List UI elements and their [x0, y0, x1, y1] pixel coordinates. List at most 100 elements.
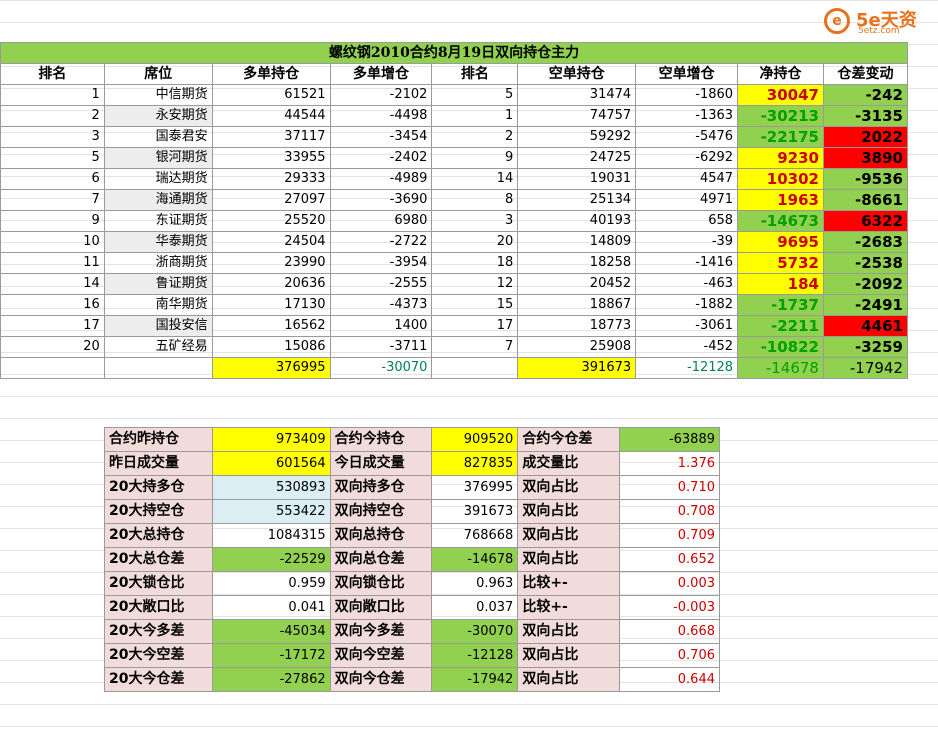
seat-cell[interactable]: 南华期货 [103, 294, 213, 316]
seat-cell[interactable]: 浙商期货 [103, 252, 213, 274]
short-cell[interactable]: 25908 [517, 336, 637, 358]
diff-cell[interactable]: -9536 [822, 168, 909, 190]
long-change-cell[interactable]: -2402 [329, 147, 433, 169]
summary-value[interactable]: 530893 [211, 475, 331, 500]
long-cell[interactable]: 16562 [211, 315, 331, 337]
summary-label[interactable]: 双向今多差 [329, 619, 433, 644]
net-cell[interactable]: -22175 [737, 126, 824, 148]
short-change-cell[interactable]: -5476 [635, 126, 739, 148]
long-cell[interactable]: 37117 [211, 126, 331, 148]
rank-cell[interactable]: 6 [0, 168, 105, 190]
summary-value[interactable]: 1084315 [211, 523, 331, 548]
long-cell[interactable]: 29333 [211, 168, 331, 190]
long-cell[interactable]: 23990 [211, 252, 331, 274]
seat-cell[interactable]: 鲁证期货 [103, 273, 213, 295]
column-header[interactable]: 空单增仓 [635, 63, 739, 85]
rank-cell[interactable]: 16 [0, 294, 105, 316]
net-cell[interactable]: -10822 [737, 336, 824, 358]
short-rank-cell[interactable]: 7 [431, 336, 519, 358]
summary-ratio[interactable]: 0.652 [619, 547, 720, 572]
rank-cell[interactable]: 5 [0, 147, 105, 169]
column-header[interactable]: 净持仓 [737, 63, 824, 85]
summary-ratio[interactable]: -63889 [619, 427, 720, 452]
diff-cell[interactable]: -3135 [822, 105, 909, 127]
long-cell[interactable]: 33955 [211, 147, 331, 169]
seat-cell[interactable]: 华泰期货 [103, 231, 213, 253]
total-net[interactable]: -14678 [737, 357, 824, 379]
long-cell[interactable]: 17130 [211, 294, 331, 316]
diff-cell[interactable]: 2022 [822, 126, 909, 148]
short-change-cell[interactable]: -1416 [635, 252, 739, 274]
summary-value[interactable]: 601564 [211, 451, 331, 476]
short-rank-cell[interactable]: 18 [431, 252, 519, 274]
summary-ratio[interactable]: 0.708 [619, 499, 720, 524]
net-cell[interactable]: -14673 [737, 210, 824, 232]
summary-ratio[interactable]: 0.706 [619, 643, 720, 668]
summary-label[interactable]: 合约今仓差 [517, 427, 621, 452]
long-change-cell[interactable]: -3954 [329, 252, 433, 274]
column-header[interactable]: 多单增仓 [329, 63, 433, 85]
short-cell[interactable]: 25134 [517, 189, 637, 211]
total-long[interactable]: 376995 [211, 357, 331, 379]
summary-label[interactable]: 双向占比 [517, 547, 621, 572]
summary-label[interactable]: 20大今仓差 [104, 667, 213, 692]
seat-cell[interactable]: 银河期货 [103, 147, 213, 169]
net-cell[interactable]: 10302 [737, 168, 824, 190]
long-change-cell[interactable]: -3711 [329, 336, 433, 358]
long-change-cell[interactable]: 6980 [329, 210, 433, 232]
summary-value[interactable]: 768668 [431, 523, 519, 548]
short-change-cell[interactable]: -39 [635, 231, 739, 253]
short-rank-cell[interactable]: 9 [431, 147, 519, 169]
rank-cell[interactable]: 9 [0, 210, 105, 232]
summary-label[interactable]: 双向占比 [517, 667, 621, 692]
long-change-cell[interactable]: -2102 [329, 84, 433, 106]
summary-label[interactable]: 双向今仓差 [329, 667, 433, 692]
summary-value[interactable]: 0.963 [431, 571, 519, 596]
summary-value[interactable]: 391673 [431, 499, 519, 524]
long-cell[interactable]: 20636 [211, 273, 331, 295]
rank-cell[interactable]: 7 [0, 189, 105, 211]
short-rank-cell[interactable]: 15 [431, 294, 519, 316]
summary-label[interactable]: 20大敞口比 [104, 595, 213, 620]
summary-value[interactable]: 376995 [431, 475, 519, 500]
summary-ratio[interactable]: 0.709 [619, 523, 720, 548]
summary-label[interactable]: 双向占比 [517, 619, 621, 644]
net-cell[interactable]: -30213 [737, 105, 824, 127]
short-rank-cell[interactable]: 3 [431, 210, 519, 232]
column-header[interactable]: 席位 [103, 63, 213, 85]
short-cell[interactable]: 24725 [517, 147, 637, 169]
rank-cell[interactable]: 11 [0, 252, 105, 274]
seat-cell[interactable]: 东证期货 [103, 210, 213, 232]
short-rank-cell[interactable]: 17 [431, 315, 519, 337]
summary-label[interactable]: 双向今空差 [329, 643, 433, 668]
long-change-cell[interactable]: -2555 [329, 273, 433, 295]
net-cell[interactable]: 9230 [737, 147, 824, 169]
summary-label[interactable]: 20大总仓差 [104, 547, 213, 572]
summary-value[interactable]: 553422 [211, 499, 331, 524]
short-cell[interactable]: 40193 [517, 210, 637, 232]
short-cell[interactable]: 18773 [517, 315, 637, 337]
long-change-cell[interactable]: -3690 [329, 189, 433, 211]
diff-cell[interactable]: 6322 [822, 210, 909, 232]
summary-ratio[interactable]: -0.003 [619, 595, 720, 620]
summary-value[interactable]: -27862 [211, 667, 331, 692]
long-change-cell[interactable]: 1400 [329, 315, 433, 337]
diff-cell[interactable]: -2538 [822, 252, 909, 274]
column-header[interactable]: 排名 [431, 63, 519, 85]
rank-cell[interactable]: 10 [0, 231, 105, 253]
diff-cell[interactable]: -2683 [822, 231, 909, 253]
summary-value[interactable]: 973409 [211, 427, 331, 452]
short-change-cell[interactable]: -1860 [635, 84, 739, 106]
rank-cell[interactable]: 20 [0, 336, 105, 358]
long-change-cell[interactable]: -4989 [329, 168, 433, 190]
summary-label[interactable]: 双向锁仓比 [329, 571, 433, 596]
long-change-cell[interactable]: -4498 [329, 105, 433, 127]
summary-ratio[interactable]: 0.710 [619, 475, 720, 500]
summary-label[interactable]: 双向占比 [517, 523, 621, 548]
seat-cell[interactable]: 海通期货 [103, 189, 213, 211]
summary-label[interactable]: 合约昨持仓 [104, 427, 213, 452]
long-cell[interactable]: 25520 [211, 210, 331, 232]
short-rank-cell[interactable]: 20 [431, 231, 519, 253]
seat-cell[interactable]: 瑞达期货 [103, 168, 213, 190]
summary-label[interactable]: 20大今多差 [104, 619, 213, 644]
